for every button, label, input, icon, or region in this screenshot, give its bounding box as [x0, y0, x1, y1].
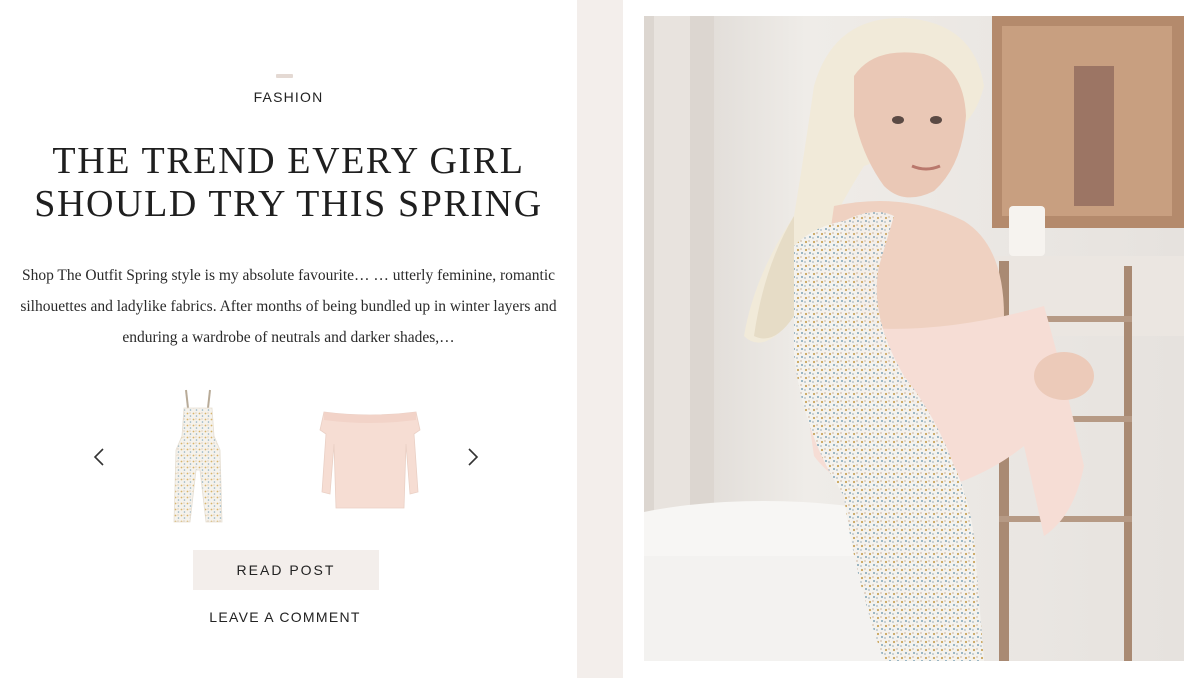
- product-image-jumpsuit: [173, 389, 223, 523]
- post-card: FASHION THE TREND EVERY GIRL SHOULD TRY …: [0, 0, 577, 678]
- post-title-line-1[interactable]: THE TREND EVERY GIRL: [52, 140, 524, 182]
- post-excerpt: Shop The Outfit Spring style is my absol…: [20, 267, 557, 346]
- product-image-top: [319, 411, 421, 509]
- category-link[interactable]: FASHION: [0, 89, 577, 105]
- post-title[interactable]: THE TREND EVERY GIRL SHOULD TRY THIS SPR…: [0, 140, 577, 226]
- chevron-right-icon: [468, 448, 479, 466]
- hero-photo[interactable]: [644, 16, 1184, 661]
- chevron-left-icon: [93, 448, 104, 466]
- category-dash-divider: [276, 74, 293, 78]
- carousel-next-button[interactable]: [458, 440, 488, 474]
- product-floral-jumpsuit[interactable]: [168, 388, 228, 526]
- leave-comment-link[interactable]: LEAVE A COMMENT: [0, 609, 570, 625]
- product-blush-top[interactable]: [316, 404, 424, 514]
- carousel-prev-button[interactable]: [84, 440, 114, 474]
- hero-photo-image: [644, 16, 1184, 661]
- panel-divider: [577, 0, 623, 678]
- post-title-line-2[interactable]: SHOULD TRY THIS SPRING: [34, 183, 543, 225]
- read-post-button[interactable]: READ POST: [193, 550, 379, 590]
